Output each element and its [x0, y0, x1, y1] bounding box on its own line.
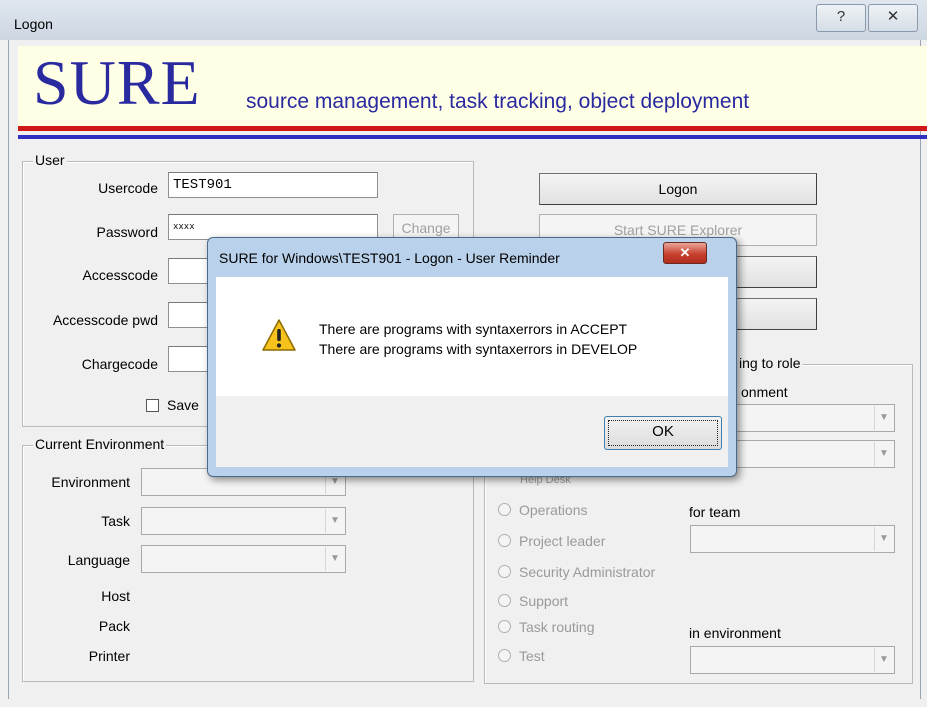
chevron-down-icon: ▼	[874, 527, 893, 551]
usercode-input[interactable]	[168, 172, 378, 198]
help-button[interactable]: ?	[816, 4, 866, 32]
in-environment-select[interactable]: ▼	[690, 646, 895, 674]
radio-dot	[498, 503, 511, 516]
accesscode-pwd-label: Accesscode pwd	[52, 312, 158, 328]
tagline: source management, task tracking, object…	[246, 90, 750, 113]
pack-label: Pack	[98, 618, 130, 634]
window-titlebar: Logon ? ✕	[0, 0, 927, 40]
radio-dot	[498, 594, 511, 607]
sure-logo: SURE	[33, 47, 201, 118]
printer-label: Printer	[88, 648, 130, 664]
chevron-down-icon: ▼	[874, 442, 893, 466]
dialog-footer: OK	[216, 396, 728, 467]
language-label: Language	[67, 552, 130, 568]
focus-rect	[608, 420, 718, 446]
host-label: Host	[101, 588, 130, 604]
chargecode-label: Chargecode	[81, 356, 158, 372]
radio-test[interactable]: Test	[498, 648, 545, 664]
radio-dot	[498, 534, 511, 547]
radio-dot	[498, 620, 511, 633]
radio-security-administrator-label: Security Administrator	[519, 564, 656, 580]
dialog-close-button[interactable]: ✕	[663, 242, 707, 264]
usercode-label: Usercode	[98, 180, 158, 196]
radio-dot	[498, 649, 511, 662]
in-environment-label: in environment	[689, 625, 781, 641]
current-environment-title: Current Environment	[33, 436, 167, 452]
message-line-1: There are programs with syntaxerrors in …	[319, 321, 628, 337]
radio-test-label: Test	[519, 648, 545, 664]
chevron-down-icon: ▼	[325, 509, 344, 533]
accesscode-label: Accesscode	[82, 267, 158, 283]
blue-rule	[18, 135, 927, 139]
logon-button[interactable]: Logon	[539, 173, 817, 205]
radio-dot	[498, 565, 511, 578]
task-select[interactable]: ▼	[141, 507, 346, 535]
save-checkbox[interactable]	[146, 399, 159, 412]
team-select[interactable]: ▼	[690, 525, 895, 553]
ok-button[interactable]: OK	[604, 416, 722, 450]
dialog-message: There are programs with syntaxerrors in …	[319, 319, 637, 359]
user-reminder-dialog: SURE for Windows\TEST901 - Logon - User …	[207, 237, 737, 477]
save-checkbox-label: Save	[167, 397, 199, 413]
radio-security-administrator[interactable]: Security Administrator	[498, 564, 655, 580]
user-group-title: User	[33, 152, 67, 168]
radio-task-routing-label: Task routing	[519, 619, 595, 635]
window-close-button[interactable]: ✕	[868, 4, 918, 32]
task-label: Task	[101, 513, 130, 529]
radio-operations-label: Operations	[519, 502, 588, 518]
chevron-down-icon: ▼	[325, 547, 344, 571]
radio-project-leader[interactable]: Project leader	[498, 533, 605, 549]
language-select[interactable]: ▼	[141, 545, 346, 573]
environment-label: Environment	[51, 474, 130, 490]
radio-support[interactable]: Support	[498, 593, 568, 609]
radio-operations[interactable]: Operations	[498, 502, 587, 518]
window-title: Logon	[14, 16, 53, 32]
dialog-title: SURE for Windows\TEST901 - Logon - User …	[219, 250, 560, 266]
for-team-label: for team	[689, 504, 741, 520]
password-label: Password	[96, 224, 158, 240]
message-line-2: There are programs with syntaxerrors in …	[319, 341, 638, 357]
radio-support-label: Support	[519, 593, 569, 609]
chevron-down-icon: ▼	[874, 406, 893, 430]
role-group-title: ing to role	[737, 355, 803, 371]
red-rule	[18, 126, 927, 131]
dialog-body: There are programs with syntaxerrors in …	[216, 277, 728, 396]
radio-task-routing[interactable]: Task routing	[498, 619, 594, 635]
chevron-down-icon: ▼	[874, 648, 893, 672]
warning-icon	[262, 319, 296, 351]
radio-project-leader-label: Project leader	[519, 533, 606, 549]
environment-fragment-label: onment	[741, 384, 788, 400]
